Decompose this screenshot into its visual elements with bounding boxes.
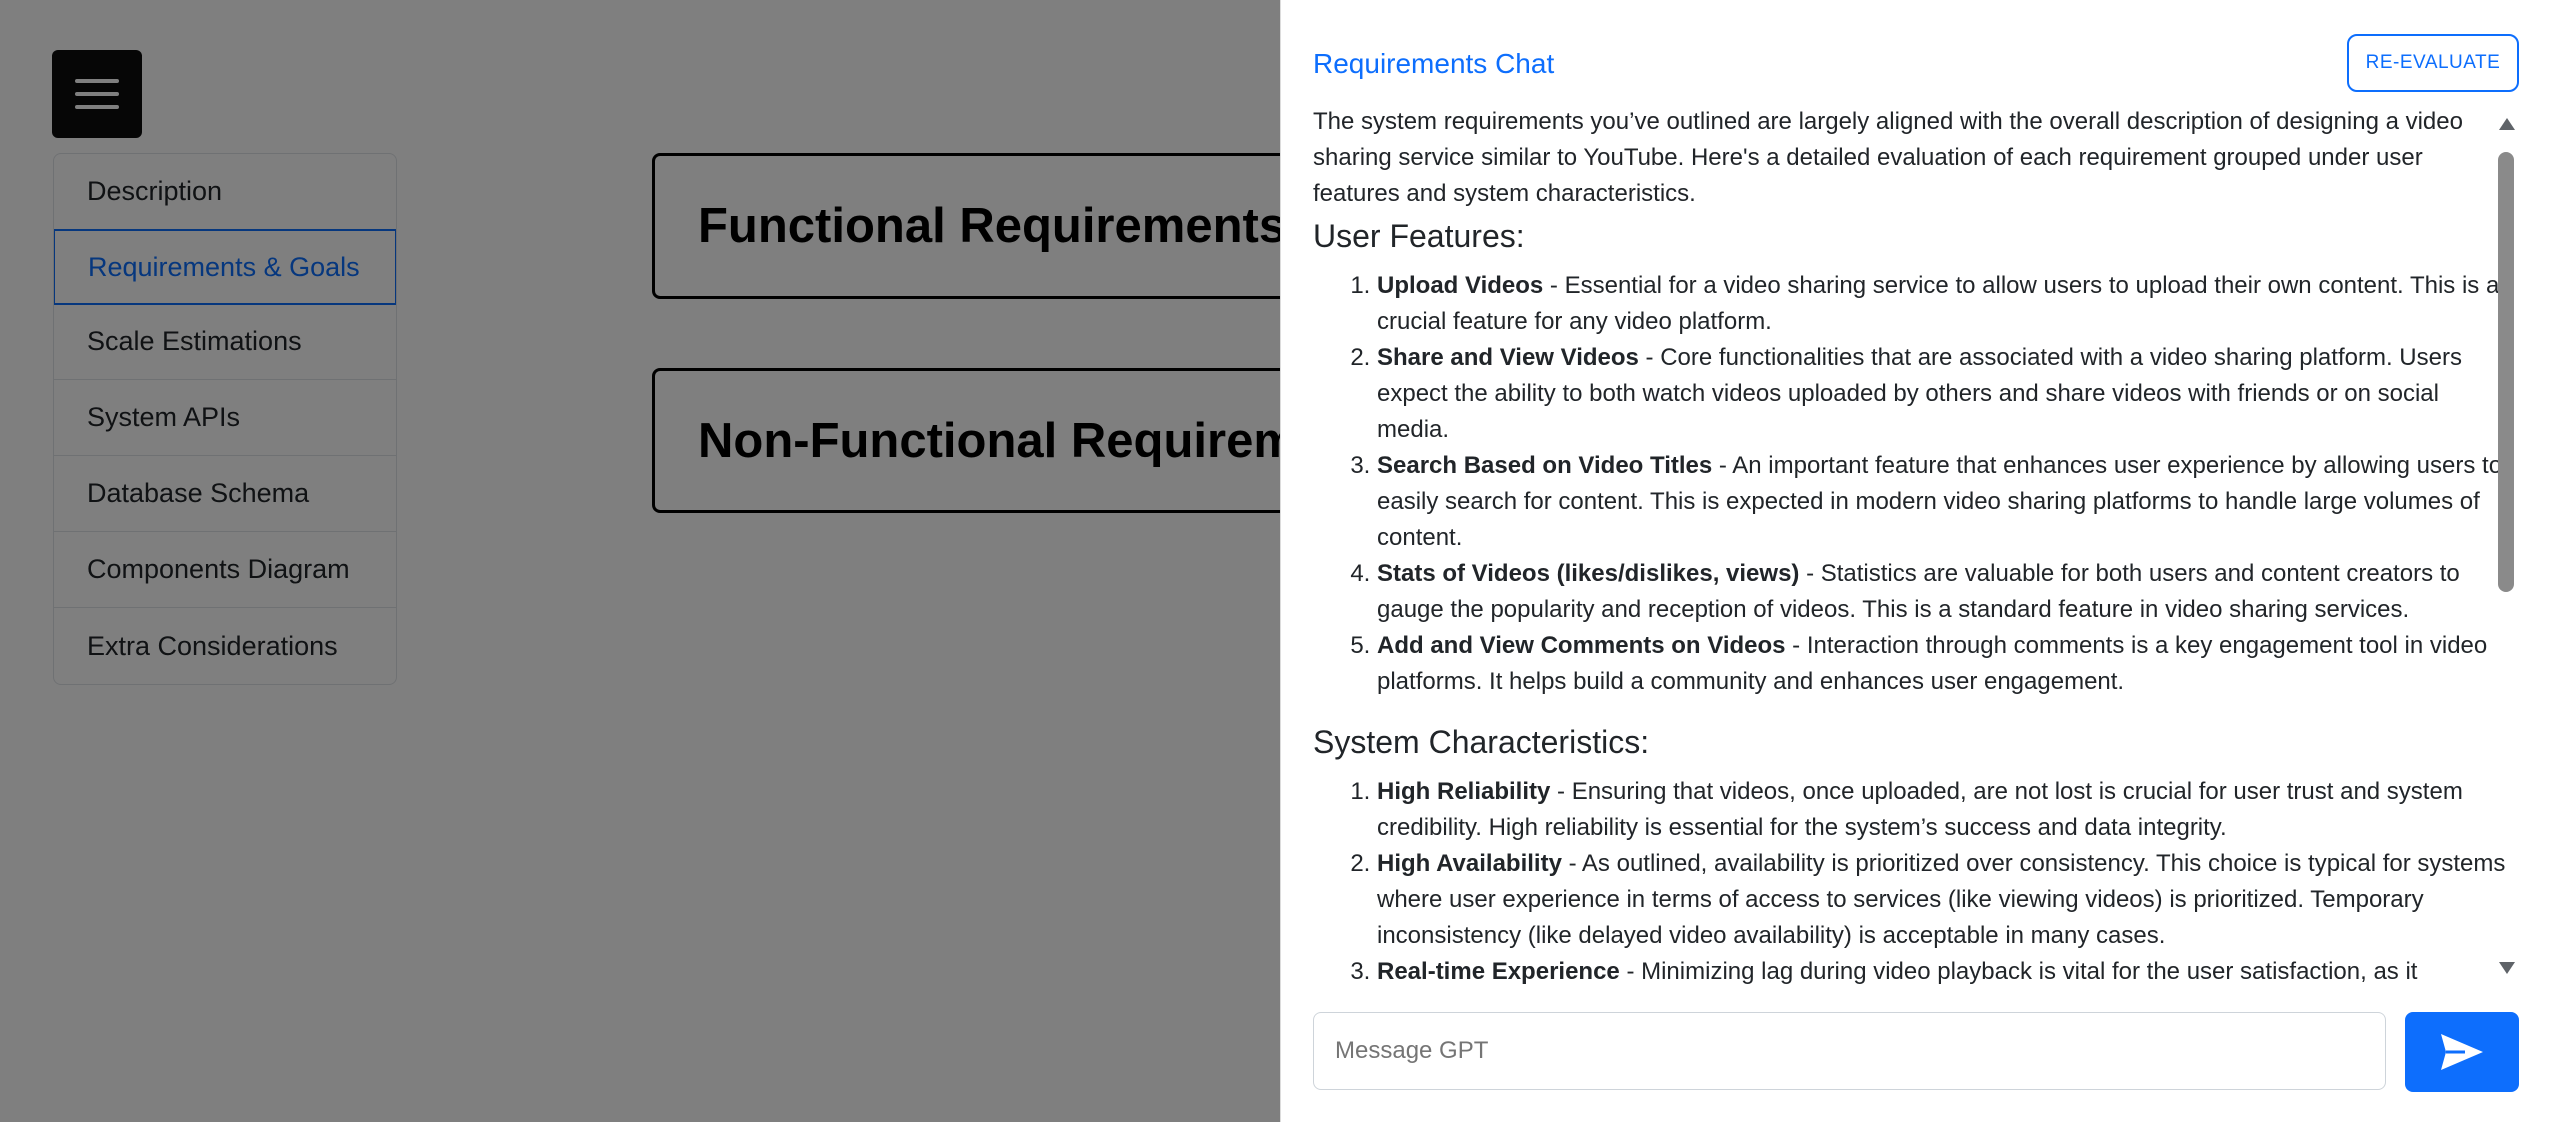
re-evaluate-button[interactable]: RE-EVALUATE — [2347, 34, 2519, 92]
section-heading: System Characteristics: — [1313, 724, 1650, 760]
user-features-list: Upload Videos - Essential for a video sh… — [1313, 268, 2507, 700]
list-item: High Reliability - Ensuring that videos,… — [1377, 774, 2507, 846]
scroll-thumb[interactable] — [2498, 152, 2514, 592]
list-item: Share and View Videos - Core functionali… — [1377, 340, 2507, 448]
list-item: Upload Videos - Essential for a video sh… — [1377, 268, 2507, 340]
list-item: Real-time Experience - Minimizing lag du… — [1377, 954, 2507, 990]
panel-title: Requirements Chat — [1313, 48, 1555, 79]
item-title: Search Based on Video Titles — [1377, 452, 1713, 479]
item-title: Real-time Experience — [1377, 958, 1620, 985]
send-button[interactable] — [2405, 1012, 2519, 1092]
item-title: Stats of Videos (likes/dislikes, views) — [1377, 560, 1800, 587]
item-title: Add and View Comments on Videos — [1377, 632, 1786, 659]
item-text: - Essential for a video sharing service … — [1377, 272, 2500, 335]
chat-scrollbar[interactable] — [2491, 112, 2521, 982]
section-heading: User Features: — [1313, 218, 1525, 254]
list-item: High Availability - As outlined, availab… — [1377, 846, 2507, 954]
paper-plane-send-icon — [2441, 1034, 2483, 1070]
triangle-down-icon[interactable] — [2499, 962, 2515, 974]
chat-intro: The system requirements you’ve outlined … — [1313, 108, 2463, 207]
item-title: Share and View Videos — [1377, 344, 1639, 371]
item-title: High Reliability — [1377, 778, 1551, 805]
triangle-up-icon[interactable] — [2499, 118, 2515, 130]
list-item: Add and View Comments on Videos - Intera… — [1377, 628, 2507, 700]
message-input[interactable] — [1313, 1012, 2386, 1090]
list-item: Search Based on Video Titles - An import… — [1377, 448, 2507, 556]
requirements-chat-panel: Requirements Chat RE-EVALUATE The system… — [1280, 0, 2556, 1122]
item-text: - Minimizing lag during video playback i… — [1619, 958, 2418, 985]
item-title: Upload Videos — [1377, 272, 1544, 299]
item-title: High Availability — [1377, 850, 1562, 877]
list-item: Stats of Videos (likes/dislikes, views) … — [1377, 556, 2507, 628]
chat-message: The system requirements you’ve outlined … — [1313, 104, 2507, 996]
system-characteristics-list: High Reliability - Ensuring that videos,… — [1313, 774, 2507, 990]
